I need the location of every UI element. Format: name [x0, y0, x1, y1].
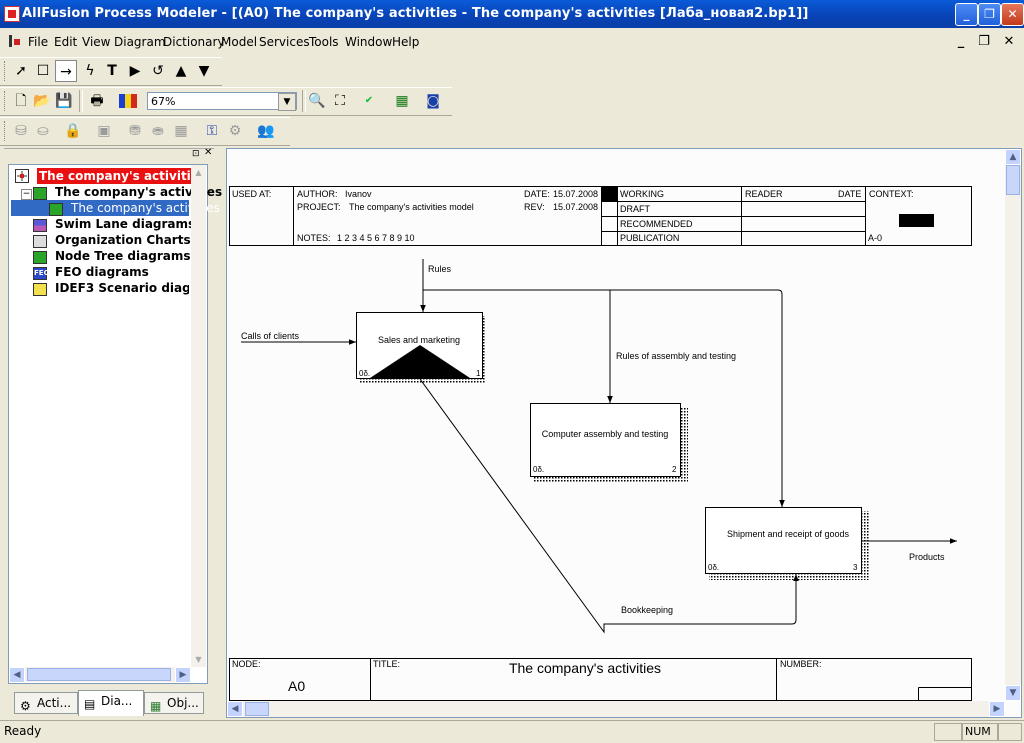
node-label: NODE:: [232, 659, 261, 669]
label-calls: Calls of clients: [241, 331, 300, 341]
used-at-label: USED AT:: [232, 189, 271, 199]
number-label: NUMBER:: [780, 659, 822, 669]
rev-label: REV:: [524, 202, 545, 212]
reader-label: READER: [745, 189, 783, 199]
date-value: 15.07.2008: [553, 189, 598, 199]
canvas-scroll-down-button[interactable]: ▼: [1005, 685, 1021, 701]
notes-value: 1 2 3 4 5 6 7 8 9 10: [337, 233, 415, 243]
status-text: Ready: [4, 724, 42, 738]
project-label: PROJECT:: [297, 202, 341, 212]
project-value: The company's activities model: [349, 202, 474, 212]
canvas-scroll-right-button[interactable]: ▶: [989, 701, 1005, 717]
label-rules: Rules: [428, 264, 452, 274]
status-pane-empty-2: [998, 723, 1022, 741]
label-products: Products: [909, 552, 945, 562]
box-3-label: Shipment and receipt of goods: [727, 529, 850, 539]
author-label: AUTHOR:: [297, 189, 338, 199]
idef0-diagram[interactable]: USED AT: AUTHOR: Ivanov PROJECT: The com…: [0, 0, 1024, 742]
activity-box-2[interactable]: Computer assembly and testing 0δ. 2: [530, 403, 689, 484]
status-bar: Ready NUM: [0, 720, 1024, 743]
canvas-vscroll-thumb[interactable]: [1006, 165, 1020, 195]
status-pane-empty: [934, 723, 962, 741]
label-assembly-rules: Rules of assembly and testing: [616, 351, 736, 361]
label-bookkeeping: Bookkeeping: [621, 605, 673, 615]
context-node: A-0: [868, 233, 882, 243]
context-label: CONTEXT:: [869, 189, 914, 199]
rev-value: 15.07.2008: [553, 202, 598, 212]
diagram-title: The company's activities: [509, 660, 661, 676]
title-label: TITLE:: [373, 659, 400, 669]
activity-box-1[interactable]: Sales and marketing 0δ. 1: [356, 312, 487, 385]
box-1-code: 0δ.: [359, 369, 370, 378]
activity-box-3[interactable]: Shipment and receipt of goods 0δ. 3: [705, 507, 870, 581]
status-recommended: RECOMMENDED: [620, 219, 693, 229]
box-1-number: 1: [476, 369, 481, 378]
box-2-code: 0δ.: [533, 465, 544, 474]
num-lock-indicator: NUM: [962, 723, 998, 741]
canvas-horizontal-scrollbar[interactable]: ◀ ▶: [227, 701, 1005, 717]
notes-label: NOTES:: [297, 233, 331, 243]
box-3-code: 0δ.: [708, 563, 719, 572]
box-2-number: 2: [672, 465, 677, 474]
canvas-hscroll-thumb[interactable]: [245, 702, 269, 716]
box-3-number: 3: [853, 563, 858, 572]
date-label: DATE:: [524, 189, 550, 199]
status-working: WORKING: [620, 189, 664, 199]
box-2-label: Computer assembly and testing: [542, 429, 669, 439]
node-value: A0: [288, 678, 305, 694]
box-1-label: Sales and marketing: [378, 335, 460, 345]
canvas-scroll-left-button[interactable]: ◀: [227, 701, 243, 717]
status-draft: DRAFT: [620, 204, 650, 214]
status-publication: PUBLICATION: [620, 233, 679, 243]
canvas-scroll-up-button[interactable]: ▲: [1005, 149, 1021, 165]
author-value: Ivanov: [345, 189, 372, 199]
canvas-vertical-scrollbar[interactable]: ▲ ▼: [1005, 149, 1021, 701]
reader-date-label: DATE: [838, 189, 861, 199]
